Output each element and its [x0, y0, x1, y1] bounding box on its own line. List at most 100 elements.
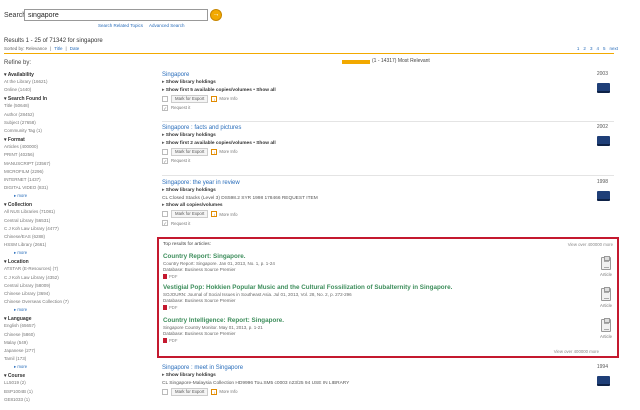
mark-for-export-button[interactable]: Mark for Export	[171, 147, 209, 156]
facet-item[interactable]: Articles (400000)	[4, 143, 154, 151]
view-more-articles-link[interactable]: View over 400000 more	[568, 242, 613, 247]
pdf-link[interactable]: PDF	[169, 274, 177, 279]
request-link[interactable]: Request it	[171, 105, 190, 110]
articles-heading: Top results for articles:	[163, 242, 211, 247]
more-info-link[interactable]: More Info	[219, 149, 237, 154]
sort-options: Sorted by: Relevance | Title | Date	[4, 46, 82, 51]
facet-more-link[interactable]: ▸ more	[4, 192, 154, 200]
result-title[interactable]: Singapore: the year in review	[162, 179, 614, 187]
show-copies-link[interactable]: ▸ Show first 2 available copies/volumes …	[162, 140, 614, 148]
result-title[interactable]: Singapore : facts and pictures	[162, 124, 614, 132]
facet-item[interactable]: INTERNET (1437)	[4, 176, 154, 184]
related-topics-link[interactable]: Search Related Topics	[98, 23, 143, 28]
result-divider	[162, 121, 614, 122]
facet-item[interactable]: MICROFILM (2296)	[4, 168, 154, 176]
facet-group: ▾ Language English (65657) Chinese (5860) M…	[4, 316, 154, 371]
show-holdings-link[interactable]: ▸ Show library holdings	[162, 372, 614, 380]
show-all-copies-link[interactable]: ▸ Show all copies/volumes	[162, 202, 614, 210]
facet-item[interactable]: Malay (549)	[4, 339, 154, 347]
mark-for-export-button[interactable]: Mark for Export	[171, 387, 209, 396]
facet-item[interactable]: Central Library (58009)	[4, 282, 154, 290]
search-sub-links: Search Related Topics Advanced Search	[98, 23, 190, 28]
page-next[interactable]: next	[609, 46, 618, 51]
sort-separator: |	[65, 46, 67, 51]
go-button[interactable]: →	[210, 9, 222, 21]
search-input[interactable]	[24, 9, 208, 21]
facet-item[interactable]: English (65657)	[4, 322, 154, 330]
facet-item[interactable]: ATSTAR (E-Resources) (7)	[4, 265, 154, 273]
info-icon: i	[211, 388, 218, 395]
sort-date[interactable]: Date	[70, 46, 80, 51]
request-link[interactable]: Request it	[171, 158, 190, 163]
show-holdings-link[interactable]: ▸ Show library holdings	[162, 79, 614, 87]
sort-title[interactable]: Title	[54, 46, 62, 51]
facet-item[interactable]: Chinese Overseas Collection (7)	[4, 298, 154, 306]
result-title[interactable]: Singapore : meet in Singapore	[162, 364, 614, 372]
select-checkbox[interactable]	[162, 148, 168, 155]
page-2[interactable]: 2	[583, 46, 586, 51]
article-item: Vestigial Pop: Hokkien Popular Music and…	[163, 284, 613, 310]
show-holdings-link[interactable]: ▸ Show library holdings	[162, 132, 614, 140]
select-checkbox[interactable]	[162, 211, 168, 217]
sort-relevance[interactable]: Sorted by: Relevance	[4, 46, 47, 51]
select-checkbox[interactable]	[162, 95, 168, 102]
facet-item[interactable]: HSSM Library (2661)	[4, 241, 154, 249]
facet-more-link[interactable]: ▸ more	[4, 249, 154, 257]
facet-item[interactable]: Japanese (277)	[4, 347, 154, 355]
facet-item[interactable]: C J Koh Law Library (4352)	[4, 274, 154, 282]
request-link[interactable]: Request it	[171, 221, 190, 226]
facet-item[interactable]: All NUS Libraries (71081)	[4, 208, 154, 216]
facet-item[interactable]: LL5019 (2)	[4, 379, 154, 387]
page-4[interactable]: 4	[596, 46, 599, 51]
book-icon	[597, 136, 610, 146]
facet-item[interactable]: C J Koh Law Library (4477)	[4, 225, 154, 233]
holding-location: CL Closed Stacks (Level 3) DS598.2 SYR 1…	[162, 195, 318, 201]
facet-more-link[interactable]: ▸ more	[4, 363, 154, 371]
facet-item[interactable]: At the Library (16621)	[4, 78, 154, 86]
facet-item[interactable]: Title (50648)	[4, 102, 154, 110]
article-title[interactable]: Country Report: Singapore.	[163, 253, 613, 261]
select-checkbox[interactable]	[162, 388, 168, 395]
facet-item[interactable]: GE81033 (1)	[4, 396, 154, 404]
results-summary: Results 1 - 25 of 71342 for singapore	[4, 38, 103, 44]
article-type-label: Article	[600, 303, 612, 308]
book-icon	[597, 83, 610, 93]
pagination: 1 2 3 4 5 next	[573, 46, 618, 51]
facet-item[interactable]: Chinese/EAS (6288)	[4, 233, 154, 241]
page-5[interactable]: 5	[603, 46, 606, 51]
pdf-link[interactable]: PDF	[169, 305, 177, 310]
facet-item[interactable]: Chinese Library (3694)	[4, 290, 154, 298]
more-info-link[interactable]: More Info	[219, 96, 237, 101]
page-1[interactable]: 1	[577, 46, 580, 51]
facet-item[interactable]: Online (1440)	[4, 86, 154, 94]
facet-item[interactable]: DIGITAL VIDEO (831)	[4, 184, 154, 192]
facet-panel: ▾ Availability At the Library (16621) Onli…	[4, 72, 154, 406]
view-more-articles-link[interactable]: View over 400000 more	[554, 349, 599, 354]
facet-item[interactable]: Tamil (173)	[4, 355, 154, 363]
facet-item[interactable]: PRINT (40256)	[4, 151, 154, 159]
facet-item[interactable]: Chinese (5860)	[4, 331, 154, 339]
facet-item[interactable]: Subject (27658)	[4, 119, 154, 127]
page-3[interactable]: 3	[590, 46, 593, 51]
facet-item[interactable]: MANUSCRIPT (23567)	[4, 160, 154, 168]
facet-item[interactable]: Central Library (56531)	[4, 217, 154, 225]
facet-group: ▾ Collection All NUS Libraries (71081) Cen…	[4, 202, 154, 257]
facet-item[interactable]: BSP1004B (1)	[4, 388, 154, 396]
more-info-link[interactable]: More Info	[219, 389, 237, 394]
article-title[interactable]: Vestigial Pop: Hokkien Popular Music and…	[163, 284, 613, 292]
result-title[interactable]: Singapore	[162, 71, 614, 79]
advanced-search-link[interactable]: Advanced Search	[149, 23, 185, 28]
facet-item[interactable]: Author (28452)	[4, 111, 154, 119]
holding-location: CL Singapore-Malaysia Collection HD9996 …	[162, 380, 350, 386]
show-holdings-link[interactable]: ▸ Show library holdings	[162, 187, 614, 195]
article-title[interactable]: Country Intelligence: Report: Singapore.	[163, 317, 613, 325]
facet-more-link[interactable]: ▸ more	[4, 306, 154, 314]
facet-item[interactable]: Community Tag (1)	[4, 127, 154, 135]
result-item: Singapore : meet in Singapore 1994 ▸ Sho…	[162, 364, 614, 396]
mark-for-export-button[interactable]: Mark for Export	[171, 210, 209, 218]
mark-for-export-button[interactable]: Mark for Export	[171, 94, 209, 103]
top-articles-panel: Top results for articles: View over 4000…	[157, 237, 619, 358]
show-copies-link[interactable]: ▸ Show first 5 available copies/volumes …	[162, 87, 614, 95]
more-info-link[interactable]: More Info	[219, 212, 237, 217]
pdf-link[interactable]: PDF	[169, 338, 177, 343]
